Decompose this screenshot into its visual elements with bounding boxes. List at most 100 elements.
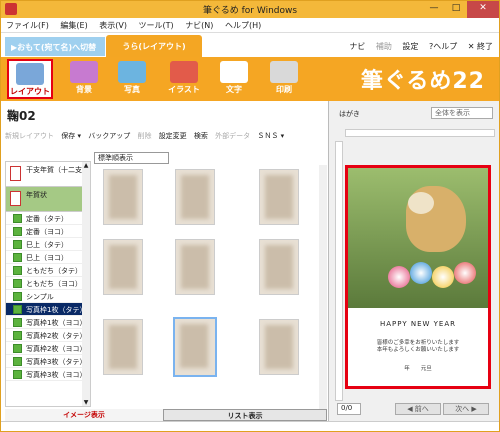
menu-help[interactable]: ヘルプ(H) xyxy=(220,18,265,31)
illustration-icon xyxy=(170,61,198,83)
ribbon-background-label: 背景 xyxy=(76,85,92,94)
ribbon-print-button[interactable]: 印刷 xyxy=(261,59,307,99)
layout-icon xyxy=(16,63,44,85)
ribbon-text-button[interactable]: 文字 xyxy=(211,59,257,99)
top-links: ナビ 補助 設定 ?ヘルプ ✕ 終了 xyxy=(341,41,493,52)
template-thumbnail[interactable] xyxy=(259,319,299,375)
status-bar xyxy=(1,421,499,431)
tab-back-layout[interactable]: うら(レイアウト) xyxy=(106,35,202,57)
greeting-japanese: 皆様のご多幸をお祈りいたします 本年もよろしくお願いいたします xyxy=(376,340,460,353)
temari-balls xyxy=(388,262,488,290)
category-item[interactable]: 写真枠2枚（タテ） xyxy=(6,329,90,342)
page-navigation: 0/0 ◀ 前へ 次へ ▶ xyxy=(335,403,495,417)
postcard-preview[interactable]: HAPPY NEW YEAR 皆様のご多幸をお祈りいたします 本年もよろしくお願… xyxy=(345,165,491,389)
category-item-selected[interactable]: 写真枠1枚（タテ） xyxy=(6,303,90,316)
ribbon-photo-button[interactable]: 写真 xyxy=(109,59,155,99)
menu-bar: ファイル(F) 編集(E) 表示(V) ツール(T) ナビ(N) ヘルプ(H) xyxy=(1,18,499,33)
ribbon-text-label: 文字 xyxy=(226,85,242,94)
help-link[interactable]: ?ヘルプ xyxy=(429,42,457,51)
template-thumbnail[interactable] xyxy=(259,239,299,295)
ribbon: レイアウト 背景 写真 イラスト 文字 印刷 筆ぐるめ22 xyxy=(1,57,499,101)
menu-edit[interactable]: 編集(E) xyxy=(55,18,91,31)
template-thumbnail[interactable] xyxy=(175,169,215,225)
settings-link[interactable]: 設定 xyxy=(402,42,418,51)
menu-navi[interactable]: ナビ(N) xyxy=(180,18,217,31)
ribbon-layout-button[interactable]: レイアウト xyxy=(7,59,53,99)
ribbon-background-button[interactable]: 背景 xyxy=(61,59,107,99)
ribbon-illust-label: イラスト xyxy=(168,85,200,94)
category-list: 干支年賀（十二支） 年賀状 定番（タテ） 定番（ヨコ） 巳上（タテ） 巳上（ヨコ… xyxy=(5,161,91,407)
ribbon-layout-label: レイアウト xyxy=(10,87,50,96)
navi-link[interactable]: ナビ xyxy=(349,42,365,51)
card-type-label: はがき xyxy=(339,110,360,118)
template-thumbnail-selected[interactable] xyxy=(173,317,217,377)
category-item[interactable]: ともだち（タテ） xyxy=(6,264,90,277)
close-button[interactable]: ✕ xyxy=(467,1,499,18)
page-counter: 0/0 xyxy=(337,403,361,415)
tab-front-switch[interactable]: ▶おもて(宛て名)へ切替 xyxy=(5,37,105,56)
layout-title: 鞠02 xyxy=(7,109,36,123)
title-bar: 筆ぐるめ for Windows — □ ✕ xyxy=(1,1,499,18)
category-item[interactable]: 巳上（ヨコ） xyxy=(6,251,90,264)
ribbon-photo-label: 写真 xyxy=(124,85,140,94)
template-thumbnail[interactable] xyxy=(103,319,143,375)
prev-button[interactable]: ◀ 前へ xyxy=(395,403,441,415)
greeting-date: 年 元旦 xyxy=(404,366,432,372)
background-icon xyxy=(70,61,98,83)
delete-button[interactable]: 削除 xyxy=(137,132,151,140)
card-photo xyxy=(348,168,488,308)
search-button[interactable]: 検索 xyxy=(194,132,208,140)
category-item[interactable]: 写真枠1枚（ヨコ） xyxy=(6,316,90,329)
tab-list-view[interactable]: リスト表示 xyxy=(163,409,327,421)
ribbon-illust-button[interactable]: イラスト xyxy=(161,59,207,99)
category-item[interactable]: ともだち（ヨコ） xyxy=(6,277,90,290)
ribbon-print-label: 印刷 xyxy=(276,85,292,94)
menu-file[interactable]: ファイル(F) xyxy=(1,18,53,31)
category-item[interactable]: 定番（タテ） xyxy=(6,212,90,225)
card-icon xyxy=(10,166,21,181)
category-item[interactable]: 写真枠2枚（ヨコ） xyxy=(6,342,90,355)
category-item[interactable]: シンプル xyxy=(6,290,90,303)
maximize-button[interactable]: □ xyxy=(445,1,467,18)
backup-button[interactable]: バックアップ xyxy=(88,132,130,140)
text-icon xyxy=(220,61,248,83)
zoom-dropdown[interactable]: 全体を表示 xyxy=(431,107,493,119)
assist-link[interactable]: 補助 xyxy=(376,42,392,51)
menu-tools[interactable]: ツール(T) xyxy=(134,18,178,31)
view-tabs: イメージ表示 リスト表示 xyxy=(5,409,327,421)
template-thumbnail[interactable] xyxy=(103,239,143,295)
next-button[interactable]: 次へ ▶ xyxy=(443,403,489,415)
external-data-button[interactable]: 外部データ xyxy=(215,132,250,140)
card-icon xyxy=(10,191,21,206)
photo-icon xyxy=(118,61,146,83)
category-item[interactable]: 写真枠3枚（タテ） xyxy=(6,355,90,368)
minimize-button[interactable]: — xyxy=(423,1,445,18)
category-item[interactable]: 写真枠3枚（ヨコ） xyxy=(6,368,90,381)
template-thumbnail[interactable] xyxy=(259,169,299,225)
template-thumbnail[interactable] xyxy=(103,169,143,225)
horizontal-ruler xyxy=(345,129,495,137)
category-item[interactable]: 定番（ヨコ） xyxy=(6,225,90,238)
greeting-english: HAPPY NEW YEAR xyxy=(380,320,456,328)
category-scrollbar[interactable]: ▲ ▼ xyxy=(82,162,90,406)
layout-panel: 鞠02 新規レイアウト 保存 ▾ バックアップ 削除 設定変更 検索 外部データ… xyxy=(1,101,329,421)
category-nengajo[interactable]: 年賀状 xyxy=(6,187,90,212)
tab-image-view[interactable]: イメージ表示 xyxy=(5,409,163,421)
vertical-ruler xyxy=(335,141,343,401)
preview-panel: はがき 全体を表示 HAPPY NEW YEAR 皆様のご多幸をお祈りいたします… xyxy=(331,101,499,421)
menu-view[interactable]: 表示(V) xyxy=(94,18,131,31)
brand-logo: 筆ぐるめ22 xyxy=(360,69,485,94)
template-grid xyxy=(93,165,327,411)
exit-link[interactable]: ✕ 終了 xyxy=(468,42,493,51)
grid-scrollbar[interactable] xyxy=(319,165,327,411)
save-button[interactable]: 保存 ▾ xyxy=(61,132,81,140)
sort-dropdown[interactable]: 標準順表示 xyxy=(94,152,169,164)
settings-change-button[interactable]: 設定変更 xyxy=(159,132,187,140)
new-layout-button[interactable]: 新規レイアウト xyxy=(5,132,54,140)
app-window: 筆ぐるめ for Windows — □ ✕ ファイル(F) 編集(E) 表示(… xyxy=(0,0,500,432)
template-thumbnail[interactable] xyxy=(175,239,215,295)
category-eto[interactable]: 干支年賀（十二支） xyxy=(6,162,90,187)
sns-button[interactable]: ＳＮＳ ▾ xyxy=(257,132,284,140)
layout-toolbar: 新規レイアウト 保存 ▾ バックアップ 削除 設定変更 検索 外部データ ＳＮＳ… xyxy=(5,131,327,145)
category-item[interactable]: 巳上（タテ） xyxy=(6,238,90,251)
